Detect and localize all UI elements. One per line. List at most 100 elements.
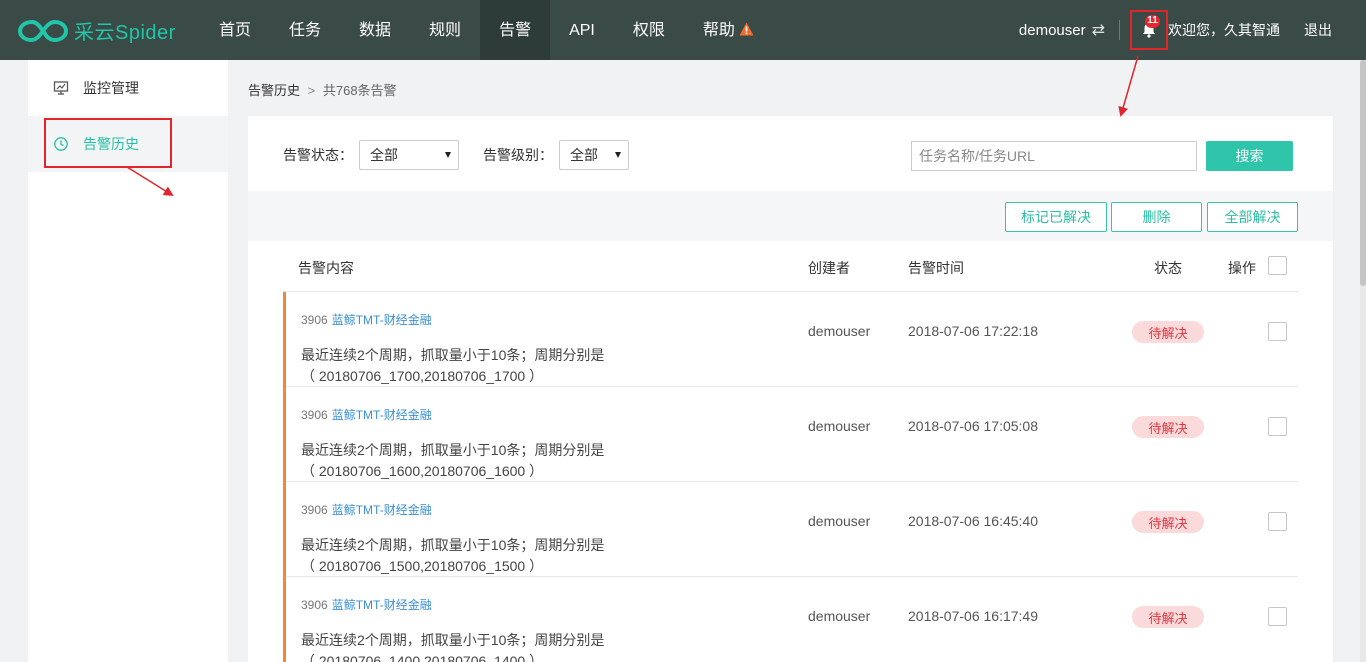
alert-message: 最近连续2个周期，抓取量小于10条；周期分别是 （ 20180706_1700,2… <box>301 345 661 387</box>
header-status: 状态 <box>1154 260 1182 276</box>
alert-message: 最近连续2个周期，抓取量小于10条；周期分别是 （ 20180706_1500,2… <box>301 535 661 577</box>
creator: demouser <box>808 418 871 434</box>
nav-help[interactable]: 帮助 <box>684 0 773 60</box>
table-row: 3906 蓝鲸TMT-财经金融 最近连续2个周期，抓取量小于10条；周期分别是 （ … <box>283 482 1298 577</box>
nav-help-label: 帮助 <box>702 22 735 39</box>
resolve-all-button[interactable]: 全部解决 <box>1207 202 1298 232</box>
status-badge: 待解决 <box>1132 606 1204 628</box>
notification-bell[interactable]: 11 <box>1130 10 1168 50</box>
alert-panel: 告警状态： 全部 告警级别： 全部 搜索 标记已解决 删除 全部解决 告警内容 … <box>248 116 1333 662</box>
mark-resolved-button[interactable]: 标记已解决 <box>1005 202 1107 232</box>
header-content: 告警内容 <box>298 260 354 276</box>
task-link[interactable]: 蓝鲸TMT-财经金融 <box>332 408 432 422</box>
status-filter-value: 全部 <box>370 147 398 163</box>
alert-message-line: 最近连续2个周期，抓取量小于10条；周期分别是 <box>301 347 605 363</box>
nav-permissions[interactable]: 权限 <box>614 0 684 60</box>
chevron-down-icon <box>615 152 621 158</box>
status-filter-select[interactable]: 全部 <box>359 140 459 170</box>
task-ref: 3906 蓝鲸TMT-财经金融 <box>301 311 432 328</box>
row-checkbox[interactable] <box>1268 322 1287 341</box>
status-filter-label: 告警状态： <box>283 147 353 163</box>
breadcrumb-separator: > <box>307 83 316 98</box>
breadcrumb-current: 告警历史 <box>248 83 301 98</box>
status-badge: 待解决 <box>1132 511 1204 533</box>
logout-link[interactable]: 退出 <box>1304 20 1332 40</box>
welcome-text: 欢迎您，久其智通 <box>1168 22 1280 38</box>
status-badge: 待解决 <box>1132 416 1204 438</box>
header-creator: 创建者 <box>808 260 850 276</box>
table-row: 3906 蓝鲸TMT-财经金融 最近连续2个周期，抓取量小于10条；周期分别是 （ … <box>283 292 1298 387</box>
header-time: 告警时间 <box>908 260 964 276</box>
logo-text: 采云Spider <box>74 21 176 44</box>
creator: demouser <box>808 323 871 339</box>
warning-icon <box>739 22 754 36</box>
nav-home[interactable]: 首页 <box>200 0 270 60</box>
sidebar-item-monitor[interactable]: 监控管理 <box>28 60 228 116</box>
nav-home-label: 首页 <box>219 22 252 39</box>
annotation-box-sidebar <box>44 118 172 168</box>
status-badge: 待解决 <box>1132 321 1204 343</box>
alert-message-line: 最近连续2个周期，抓取量小于10条；周期分别是 <box>301 442 605 458</box>
table-header: 告警内容 创建者 告警时间 状态 操作 <box>283 241 1298 292</box>
notification-badge: 11 <box>1145 15 1160 28</box>
nav-alerts[interactable]: 告警 <box>480 0 551 60</box>
task-link[interactable]: 蓝鲸TMT-财经金融 <box>332 503 432 517</box>
action-bar: 标记已解决 删除 全部解决 <box>248 191 1333 241</box>
nav-rules[interactable]: 规则 <box>410 0 480 60</box>
select-all-checkbox[interactable] <box>1268 256 1287 275</box>
search-input[interactable] <box>911 141 1197 171</box>
alert-message-line: 最近连续2个周期，抓取量小于10条；周期分别是 <box>301 537 605 553</box>
level-filter-select[interactable]: 全部 <box>559 140 629 170</box>
task-ref: 3906 蓝鲸TMT-财经金融 <box>301 406 432 423</box>
nav-rules-label: 规则 <box>429 22 462 39</box>
nav-data[interactable]: 数据 <box>340 0 410 60</box>
alert-message-line: （ 20180706_1500,20180706_1500 ） <box>301 558 544 574</box>
nav-api[interactable]: API <box>550 0 614 60</box>
nav-api-label: API <box>569 22 595 39</box>
task-link[interactable]: 蓝鲸TMT-财经金融 <box>332 598 432 612</box>
chevron-down-icon <box>445 152 451 158</box>
sidebar-item-monitor-label: 监控管理 <box>83 80 139 96</box>
header-operation: 操作 <box>1228 260 1256 276</box>
task-ref: 3906 蓝鲸TMT-财经金融 <box>301 596 432 613</box>
alert-level-bar <box>283 482 286 577</box>
creator: demouser <box>808 608 871 624</box>
main-nav: 首页 任务 数据 规则 告警 API 权限 帮助 <box>200 0 773 60</box>
nav-tasks[interactable]: 任务 <box>270 0 340 60</box>
nav-permissions-label: 权限 <box>632 22 665 39</box>
scrollbar-thumb[interactable] <box>1360 60 1366 286</box>
filter-bar: 告警状态： 全部 告警级别： 全部 <box>283 140 653 170</box>
alert-time: 2018-07-06 17:05:08 <box>908 418 1038 434</box>
alert-time: 2018-07-06 17:22:18 <box>908 323 1038 339</box>
alert-count: 共768条告警 <box>322 83 397 98</box>
logo[interactable]: 采云Spider <box>18 12 176 48</box>
switch-account-icon[interactable]: ⇄ <box>1092 20 1105 40</box>
nav-alerts-label: 告警 <box>499 22 532 39</box>
task-id: 3906 <box>301 503 328 517</box>
alert-message: 最近连续2个周期，抓取量小于10条；周期分别是 （ 20180706_1400,2… <box>301 630 661 662</box>
row-checkbox[interactable] <box>1268 607 1287 626</box>
sidebar: 监控管理 告警历史 <box>28 60 228 662</box>
breadcrumb: 告警历史 > 共768条告警 <box>248 80 397 99</box>
nav-tasks-label: 任务 <box>289 22 322 39</box>
search-button[interactable]: 搜索 <box>1206 141 1293 171</box>
task-link[interactable]: 蓝鲸TMT-财经金融 <box>332 313 432 327</box>
level-filter-value: 全部 <box>570 147 598 163</box>
alert-time: 2018-07-06 16:17:49 <box>908 608 1038 624</box>
row-checkbox[interactable] <box>1268 512 1287 531</box>
annotation-arrow <box>1118 55 1139 117</box>
task-ref: 3906 蓝鲸TMT-财经金融 <box>301 501 432 518</box>
row-checkbox[interactable] <box>1268 417 1287 436</box>
alert-message-line: 最近连续2个周期，抓取量小于10条；周期分别是 <box>301 632 605 648</box>
alert-time: 2018-07-06 16:45:40 <box>908 513 1038 529</box>
alert-message-line: （ 20180706_1700,20180706_1700 ） <box>301 368 544 384</box>
alert-message-line: （ 20180706_1600,20180706_1600 ） <box>301 463 544 479</box>
delete-button[interactable]: 删除 <box>1111 202 1202 232</box>
header-right: demouser ⇄ 11 欢迎您，久其智通 退出 <box>1019 0 1332 60</box>
alert-message-line: （ 20180706_1400,20180706_1400 ） <box>301 653 544 662</box>
username[interactable]: demouser <box>1019 22 1086 39</box>
alert-level-bar <box>283 292 286 387</box>
task-id: 3906 <box>301 313 328 327</box>
alert-message: 最近连续2个周期，抓取量小于10条；周期分别是 （ 20180706_1600,2… <box>301 440 661 482</box>
page-scrollbar[interactable] <box>1360 60 1366 662</box>
